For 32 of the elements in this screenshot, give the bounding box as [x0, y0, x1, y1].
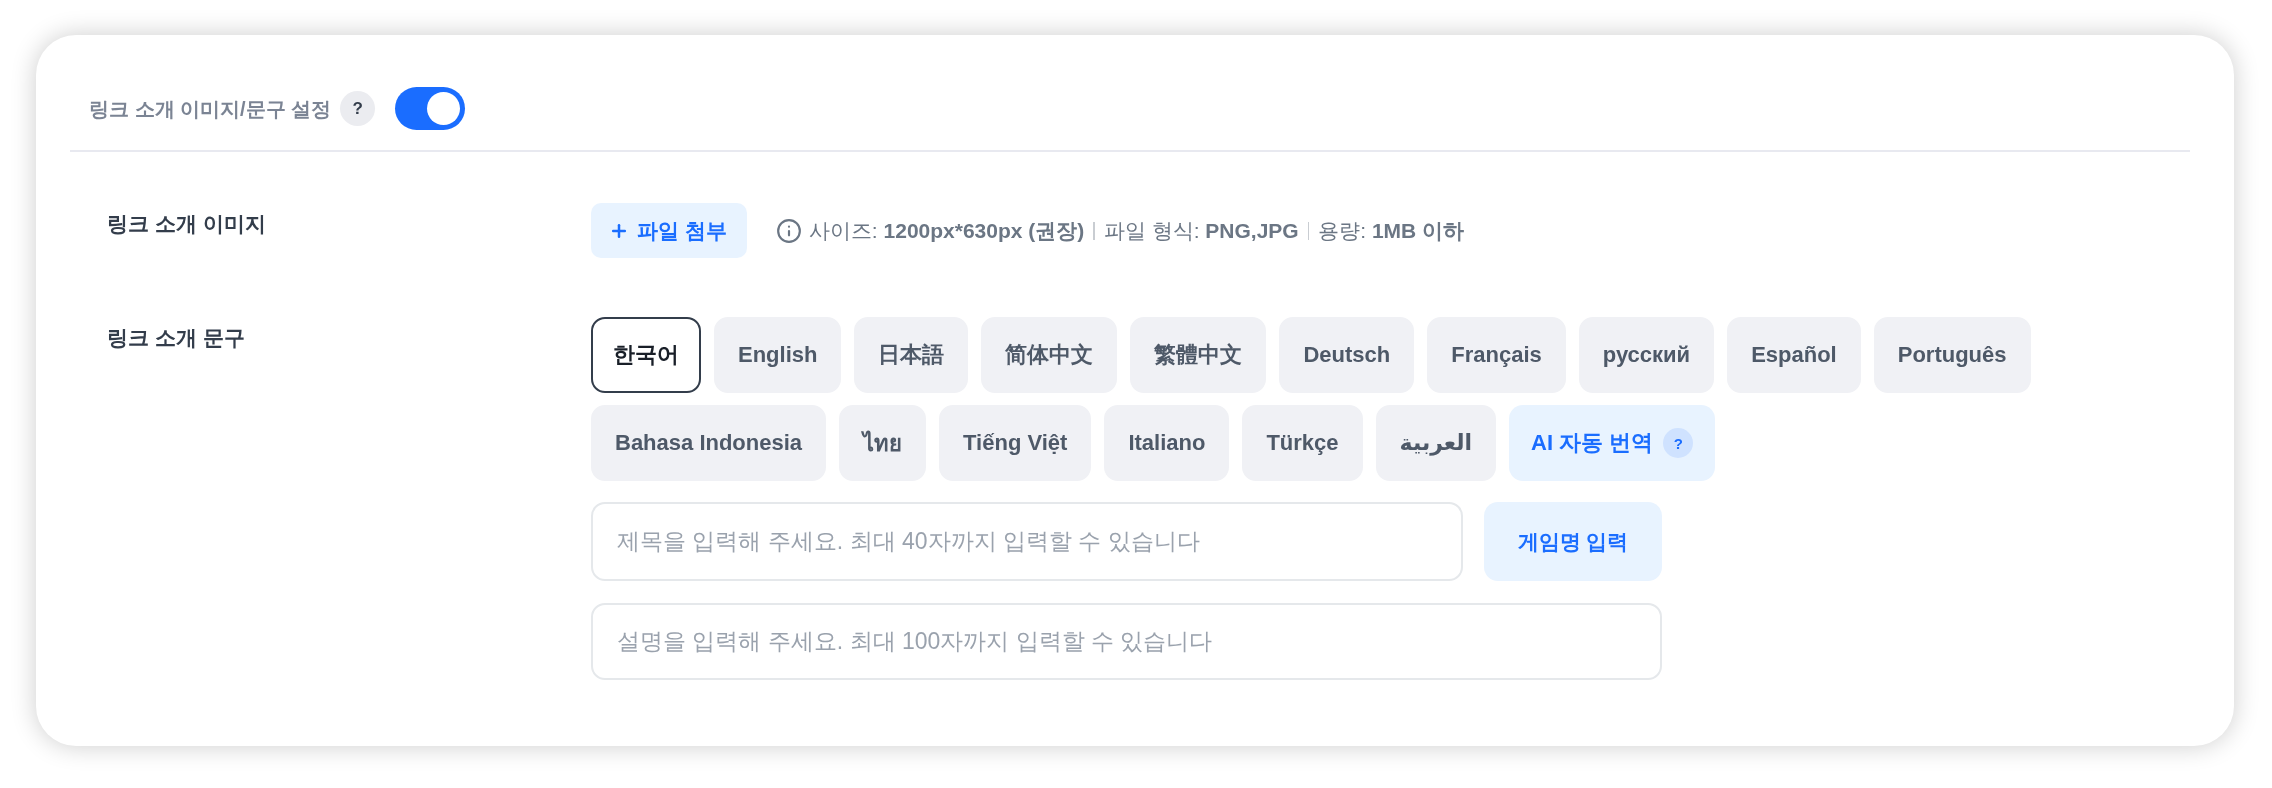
language-tab[interactable]: Tiếng Việt	[939, 405, 1092, 481]
info-icon	[775, 217, 802, 244]
language-tab[interactable]: Português	[1873, 317, 2031, 393]
row-label: 링크 소개 문구	[107, 325, 245, 351]
game-name-button[interactable]: 게임명 입력	[1484, 502, 1662, 581]
toggle-switch[interactable]	[395, 87, 466, 130]
language-tab[interactable]: العربية	[1375, 405, 1497, 481]
toggle-knob	[427, 92, 461, 125]
attach-file-button[interactable]: 파일 첨부	[591, 203, 747, 258]
language-tab[interactable]: Deutsch	[1279, 317, 1415, 393]
language-tab[interactable]: Italiano	[1104, 405, 1230, 481]
language-tab[interactable]: Bahasa Indonesia	[591, 405, 827, 481]
title-input-field[interactable]: 제목을 입력해 주세요. 최대 40자까지 입력할 수 있습니다	[591, 502, 1463, 581]
language-tab[interactable]: Español	[1727, 317, 1861, 393]
spec-text: 용량: 1MB 이하	[1318, 217, 1465, 244]
section-title: 링크 소개 이미지/문구 설정	[89, 96, 332, 122]
language-tab[interactable]: ไทย	[839, 405, 927, 481]
language-tab[interactable]: русский	[1578, 317, 1715, 393]
language-tab[interactable]: Français	[1427, 317, 1566, 393]
language-tab[interactable]: English	[714, 317, 842, 393]
language-tab[interactable]: 한국어	[591, 317, 701, 393]
language-tab[interactable]: 简体中文	[981, 317, 1118, 393]
language-tab[interactable]: 繁體中文	[1130, 317, 1267, 393]
ai-translate-button[interactable]: AI 자동 번역 ?	[1509, 405, 1716, 481]
language-tab[interactable]: 日本語	[854, 317, 969, 393]
spec-text: 사이즈: 1200px*630px (권장)	[808, 217, 1085, 244]
row-label: 링크 소개 이미지	[107, 211, 266, 237]
description-input-field[interactable]: 설명을 입력해 주세요. 최대 100자까지 입력할 수 있습니다	[591, 603, 1662, 680]
language-tab[interactable]: Türkçe	[1242, 405, 1363, 481]
help-button[interactable]: ?	[340, 91, 376, 126]
spec-text: 파일 형식: PNG,JPG	[1103, 217, 1299, 244]
help-button[interactable]: ?	[1663, 428, 1694, 458]
